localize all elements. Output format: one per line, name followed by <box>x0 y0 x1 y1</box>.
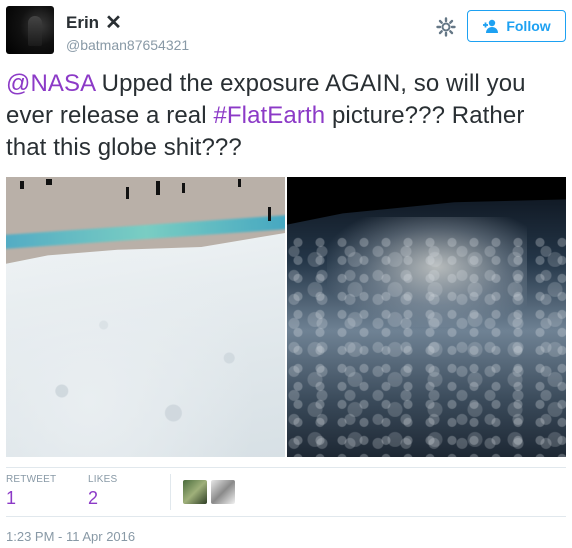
photo-artifact <box>46 179 52 185</box>
avatar[interactable] <box>6 6 54 54</box>
liker-avatar[interactable] <box>211 480 235 504</box>
photo-artifact <box>156 181 160 195</box>
retweet-stat[interactable]: RETWEET 1 <box>6 474 88 509</box>
name-row: Erin ✕ <box>66 13 122 33</box>
photo-cloud-texture <box>6 237 285 457</box>
tweet-stats: RETWEET 1 LIKES 2 <box>6 474 239 510</box>
liker-avatar[interactable] <box>183 480 207 504</box>
follow-label: Follow <box>506 18 551 34</box>
divider-top <box>6 467 566 468</box>
photo-earth-white[interactable] <box>6 177 285 457</box>
timestamp[interactable]: 1:23 PM - 11 Apr 2016 <box>6 529 135 544</box>
follow-button[interactable]: Follow <box>467 10 566 42</box>
photo-artifact <box>20 181 24 189</box>
retweet-count: 1 <box>6 488 17 508</box>
stats-separator <box>170 474 171 510</box>
media-grid <box>6 177 566 457</box>
photo-artifact <box>182 183 185 193</box>
display-name[interactable]: Erin <box>66 13 99 33</box>
photo-artifact <box>126 187 129 199</box>
photo-artifact <box>238 179 241 187</box>
retweet-label: RETWEET <box>6 474 57 485</box>
add-user-icon <box>483 19 499 33</box>
gear-icon[interactable] <box>436 17 456 37</box>
mention-link[interactable]: @NASA <box>6 70 95 97</box>
photo-cloud-texture <box>287 237 566 457</box>
likes-count: 2 <box>88 488 99 508</box>
divider-bottom <box>6 516 566 517</box>
hashtag-link[interactable]: #FlatEarth <box>213 102 325 129</box>
user-handle[interactable]: @batman87654321 <box>66 37 189 53</box>
x-mark-icon: ✕ <box>105 12 122 34</box>
photo-artifact <box>268 207 271 221</box>
photo-earth-dark[interactable] <box>287 177 566 457</box>
tweet-text: @NASA Upped the exposure AGAIN, so will … <box>6 68 566 164</box>
avatar-figure <box>28 16 42 46</box>
likes-label: LIKES <box>88 474 118 485</box>
likes-stat[interactable]: LIKES 2 <box>88 474 170 509</box>
